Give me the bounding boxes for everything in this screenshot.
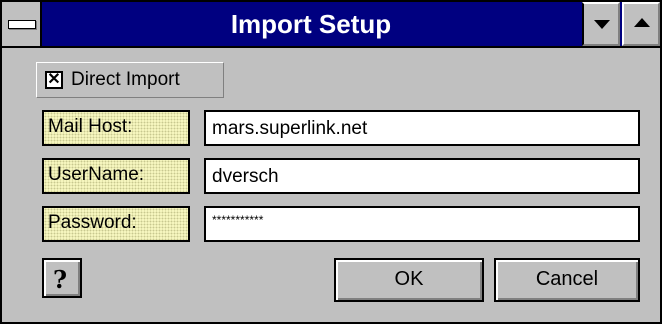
mail-host-value: mars.superlink.net <box>212 118 368 139</box>
mail-host-field[interactable]: mars.superlink.net <box>204 110 640 146</box>
username-label-text: UserName: <box>48 164 145 185</box>
password-label-text: Password: <box>48 212 137 233</box>
mail-host-label: Mail Host: <box>42 110 190 146</box>
direct-import-option[interactable]: ✕ Direct Import <box>36 62 224 98</box>
system-menu-icon <box>8 20 36 29</box>
username-field[interactable]: dversch <box>204 158 640 194</box>
mail-host-label-text: Mail Host: <box>48 116 133 137</box>
password-field[interactable]: *********** <box>204 206 640 242</box>
title-bar[interactable]: Import Setup <box>2 2 660 48</box>
check-mark-icon: ✕ <box>47 71 61 88</box>
minimize-button[interactable] <box>582 2 620 46</box>
direct-import-label: Direct Import <box>71 69 180 90</box>
system-menu-button[interactable] <box>2 2 42 46</box>
chevron-up-icon <box>634 18 650 27</box>
question-mark-icon: ? <box>53 265 68 294</box>
help-button[interactable]: ? <box>42 258 82 298</box>
password-label: Password: <box>42 206 190 242</box>
window-title: Import Setup <box>230 9 392 39</box>
import-setup-dialog: Import Setup ✕ Direct Import Mail Host: … <box>0 0 662 324</box>
ok-button[interactable]: OK <box>334 258 484 302</box>
maximize-button[interactable] <box>622 2 660 46</box>
chevron-down-icon <box>594 20 610 29</box>
password-value: *********** <box>212 213 264 227</box>
cancel-button[interactable]: Cancel <box>494 258 640 302</box>
username-label: UserName: <box>42 158 190 194</box>
username-value: dversch <box>212 166 279 187</box>
direct-import-checkbox[interactable]: ✕ <box>45 71 63 89</box>
